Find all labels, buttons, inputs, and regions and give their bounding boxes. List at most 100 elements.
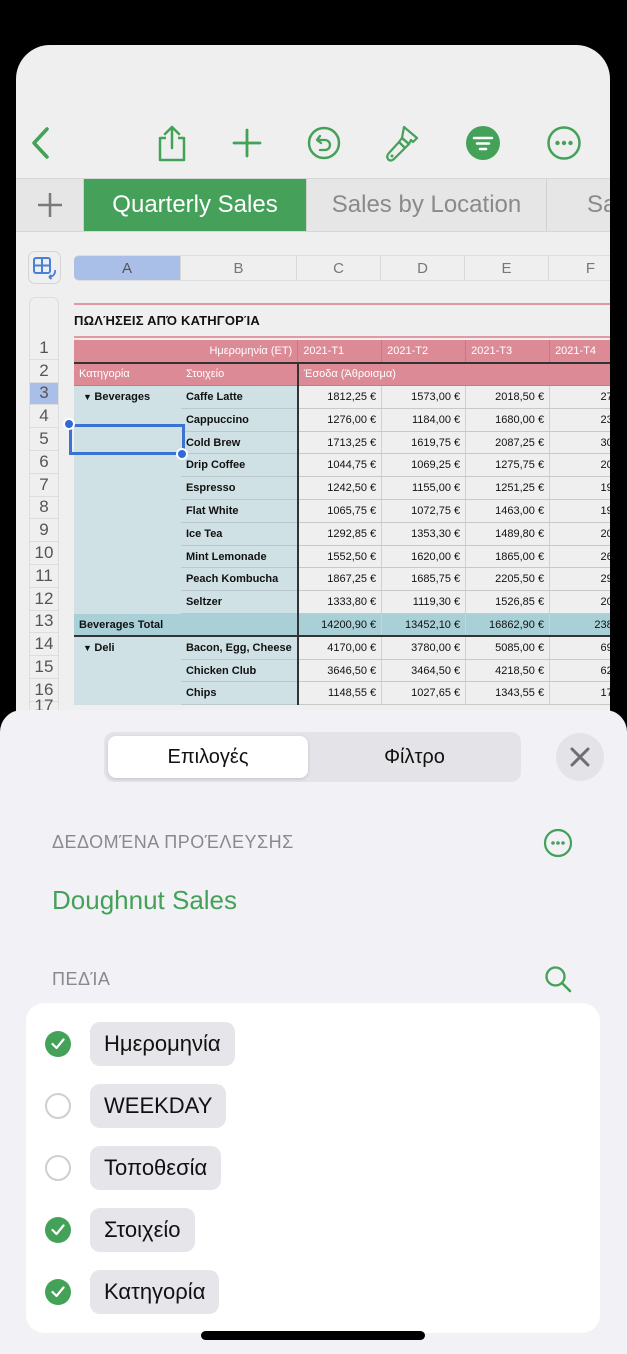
value-cell[interactable]: 1148,55 € — [297, 681, 383, 706]
item-cell[interactable]: Caffe Latte — [180, 385, 299, 409]
value-cell[interactable]: 1353,30 € — [381, 522, 467, 546]
fields-search-button[interactable] — [542, 963, 574, 995]
value-cell[interactable]: 6997, — [549, 636, 610, 660]
column-header-a[interactable]: A — [74, 255, 181, 281]
selection-handle-end[interactable] — [176, 448, 188, 460]
row-header[interactable]: 14 — [29, 633, 59, 657]
category-field-label[interactable]: Κατηγορία — [74, 362, 181, 387]
value-cell[interactable]: 1155,00 € — [381, 476, 467, 501]
value-cell[interactable]: 1343,55 € — [465, 681, 551, 706]
value-cell[interactable]: 1276,00 € — [297, 408, 383, 432]
value-cell[interactable]: 2332, — [549, 408, 610, 432]
value-cell[interactable]: 1065,75 € — [297, 499, 383, 523]
disclosure-triangle-icon[interactable]: ▼ — [83, 643, 94, 653]
value-cell[interactable]: 1251,25 € — [465, 476, 551, 501]
value-cell[interactable]: 1463,00 € — [465, 499, 551, 523]
item-cell[interactable]: Cold Brew — [180, 431, 299, 455]
checkbox-checked[interactable] — [45, 1031, 71, 1057]
source-more-button[interactable] — [542, 827, 574, 859]
organize-button[interactable] — [463, 123, 503, 163]
value-cell[interactable]: 1242,50 € — [297, 476, 383, 501]
field-pill[interactable]: Κατηγορία — [90, 1270, 220, 1314]
row-header[interactable]: 6 — [29, 450, 59, 474]
selection-handle-start[interactable] — [63, 418, 75, 430]
category-cell[interactable] — [74, 567, 181, 591]
value-cell[interactable]: 1680,00 € — [465, 408, 551, 432]
more-button[interactable] — [544, 123, 584, 163]
tab-sa[interactable]: Sa — [547, 179, 610, 231]
value-cell[interactable]: 4218,50 € — [465, 659, 551, 683]
period-header[interactable]: 2021-T1 — [297, 340, 383, 364]
home-indicator[interactable] — [201, 1331, 425, 1340]
value-cell[interactable]: 2087,25 € — [465, 431, 551, 455]
back-button[interactable] — [20, 123, 60, 163]
value-cell[interactable]: 2096, — [549, 590, 610, 615]
item-cell[interactable]: Espresso — [180, 476, 299, 501]
value-cell[interactable]: 2063, — [549, 522, 610, 546]
item-field-label[interactable]: Στοιχείο — [180, 362, 299, 387]
add-sheet-button[interactable] — [16, 179, 84, 231]
value-field-label[interactable]: Έσοδα (Άθροισμα) — [297, 362, 610, 387]
value-cell[interactable]: 1867,25 € — [297, 567, 383, 592]
value-cell[interactable]: 1865,00 € — [465, 545, 551, 569]
value-cell[interactable]: 1119,30 € — [381, 590, 467, 615]
add-button[interactable] — [227, 123, 267, 163]
cell-selection[interactable] — [69, 424, 185, 455]
period-header[interactable]: 2021-T2 — [381, 340, 467, 364]
item-cell[interactable]: Chicken Club — [180, 659, 299, 683]
row-header[interactable]: 11 — [29, 564, 59, 588]
checkbox-unchecked[interactable] — [45, 1093, 71, 1119]
value-cell[interactable]: 3646,50 € — [297, 659, 383, 683]
source-data-name[interactable]: Doughnut Sales — [52, 885, 237, 916]
category-cell[interactable] — [74, 590, 181, 614]
row-header[interactable]: 9 — [29, 519, 59, 543]
value-cell[interactable]: 1072,75 € — [381, 499, 467, 523]
value-cell[interactable]: 5085,00 € — [465, 636, 551, 660]
field-pill[interactable]: Τοποθεσία — [90, 1146, 222, 1190]
row-header[interactable]: 13 — [29, 610, 59, 634]
share-button[interactable] — [152, 123, 192, 163]
value-cell[interactable]: 1685,75 € — [381, 567, 467, 592]
row-header[interactable]: 2 — [29, 359, 59, 383]
value-cell[interactable]: 1812,25 € — [297, 385, 383, 409]
close-button[interactable] — [556, 733, 604, 781]
value-cell[interactable]: 2205,50 € — [465, 567, 551, 592]
column-header-b[interactable]: B — [181, 255, 297, 281]
value-cell[interactable]: 2054, — [549, 453, 610, 478]
checkbox-unchecked[interactable] — [45, 1155, 71, 1181]
value-cell[interactable]: 1184,00 € — [381, 408, 467, 432]
item-cell[interactable]: Drip Coffee — [180, 453, 299, 478]
value-cell[interactable]: 3022, — [549, 431, 610, 455]
field-pill[interactable]: Στοιχείο — [90, 1208, 195, 1252]
value-cell[interactable]: 1573,00 € — [381, 385, 467, 409]
value-cell[interactable]: 1713,25 € — [297, 431, 383, 455]
value-cell[interactable]: 4170,00 € — [297, 636, 383, 660]
value-cell[interactable]: 1552,50 € — [297, 545, 383, 569]
row-header[interactable]: 4 — [29, 405, 59, 429]
row-header[interactable]: 7 — [29, 473, 59, 497]
category-cell[interactable] — [74, 681, 181, 705]
value-cell[interactable]: 1946, — [549, 476, 610, 501]
segment-options[interactable]: Επιλογές — [108, 736, 308, 778]
column-header-c[interactable]: C — [297, 255, 381, 281]
period-header[interactable]: 2021-T3 — [465, 340, 551, 364]
value-cell[interactable]: 3464,50 € — [381, 659, 467, 683]
row-header[interactable]: 8 — [29, 496, 59, 520]
value-cell[interactable]: 2690, — [549, 545, 610, 569]
value-cell[interactable]: 1333,80 € — [297, 590, 383, 615]
category-cell[interactable] — [74, 476, 181, 500]
tab-quarterly-sales[interactable]: Quarterly Sales — [84, 179, 307, 231]
value-cell[interactable]: 1489,80 € — [465, 522, 551, 546]
column-field-label[interactable]: Ημερομηνία (ΕΤ) — [74, 340, 299, 364]
value-cell[interactable]: 1766, — [549, 681, 610, 706]
category-cell[interactable]: ▼ Beverages — [74, 385, 181, 409]
table-options-button[interactable] — [28, 251, 61, 284]
period-header[interactable]: 2021-T4 — [549, 340, 610, 364]
value-cell[interactable]: 2752, — [549, 385, 610, 409]
value-cell[interactable]: 1526,85 € — [465, 590, 551, 615]
value-cell[interactable]: 1275,75 € — [465, 453, 551, 478]
item-cell[interactable]: Flat White — [180, 499, 299, 523]
tab-sales-by-location[interactable]: Sales by Location — [307, 179, 547, 231]
row-header[interactable]: 12 — [29, 587, 59, 611]
row-header[interactable]: 15 — [29, 656, 59, 679]
